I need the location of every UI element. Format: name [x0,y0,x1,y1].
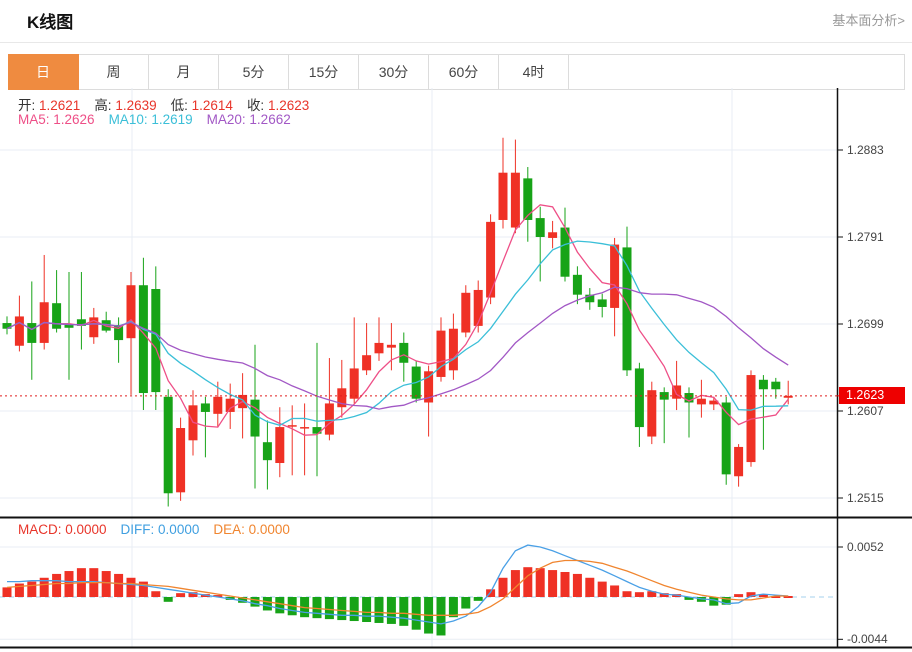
price-axis-label: 1.2791 [847,230,884,244]
candles-layer [2,137,793,507]
legend-item: MA5: 1.2626 [18,112,95,127]
ma-lines [6,204,789,436]
kline-widget: K线图 基本面分析> 日周月 5分 15分 30分 60分 4时 开: 1.2621 高: … [0,0,912,652]
legend-item: DIFF: 0.0000 [120,522,200,537]
macd-lines [6,544,789,625]
price-axis-label: 1.2607 [847,404,884,418]
legend-item: MA20: 1.2662 [206,112,291,127]
dea-line [6,559,789,616]
legend-item: 高: 1.2639 [94,98,157,113]
macd-axis-label: -0.0044 [847,632,888,647]
ma10-line [6,240,789,426]
price-axis-label: 1.2883 [847,143,884,157]
legend-item: 收: 1.2623 [246,98,310,113]
legend-item: 开: 1.2621 [18,98,81,113]
legend-item: DEA: 0.0000 [213,522,290,537]
ma-legend: MA5: 1.2626 MA10: 1.2619 MA20: 1.2662 [18,112,291,127]
legend-item: 低: 1.2614 [170,98,233,113]
ohlc-legend: 开: 1.2621 高: 1.2639 低: 1.2614 收: 1.2623 [18,94,309,114]
diff-line [7,544,789,625]
legend-item: MA10: 1.2619 [108,112,193,127]
macd-histogram [2,567,793,636]
macd-legend: MACD: 0.0000 DIFF: 0.0000 DEA: 0.0000 [18,522,290,537]
current-price-tag: 1.2623 [839,387,905,405]
ma20-line [6,286,789,410]
price-axis-label: 1.2515 [847,491,884,505]
legend-item: MACD: 0.0000 [18,522,107,537]
price-axis-label: 1.2699 [847,317,884,331]
macd-axis-label: 0.0052 [847,540,884,554]
ma5-line [6,204,789,436]
